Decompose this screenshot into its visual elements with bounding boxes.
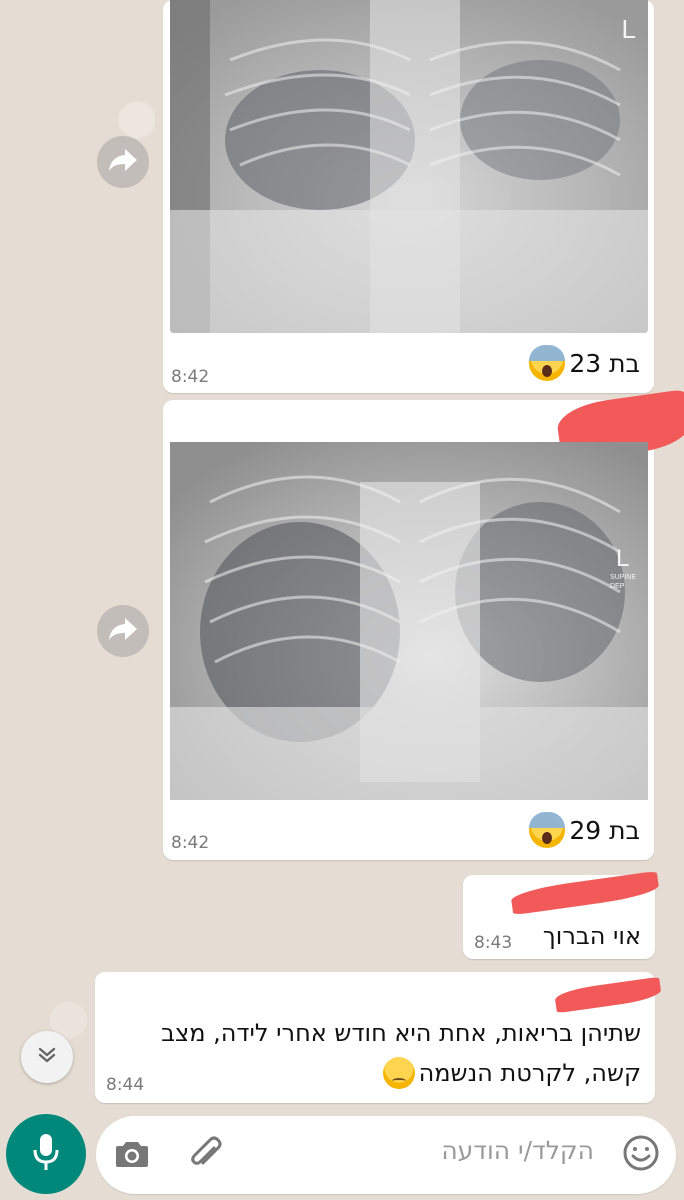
- message-text-4-line-2: קשה, לקרטת הנשמה: [382, 1056, 641, 1090]
- message-text-4-line-1: שתיהן בריאות, אחת היא חודש אחרי לידה, מצ…: [161, 1019, 641, 1047]
- redacted-sender-name: [510, 870, 660, 916]
- image-message-1[interactable]: L בת 23 8:42: [163, 0, 654, 393]
- attach-icon: [188, 1134, 224, 1176]
- forward-icon: [108, 616, 138, 646]
- face-screaming-in-fear-icon: [529, 812, 566, 848]
- message-input[interactable]: הקלד/י הודעה: [441, 1136, 594, 1165]
- xray-image-1[interactable]: L: [170, 0, 648, 333]
- image-mark-sub2: DEP: [610, 583, 625, 590]
- image-mark-sub1: SUPINE: [610, 574, 636, 581]
- image-caption-2: בת 29: [529, 812, 640, 848]
- message-composer[interactable]: הקלד/י הודעה: [96, 1116, 676, 1194]
- image-caption-1: בת 23: [529, 345, 640, 381]
- redacted-sender-name: [553, 976, 663, 1014]
- message-time-3: 8:43: [474, 933, 513, 953]
- caption-text-2: בת 29: [569, 815, 640, 845]
- caption-text-1: בת 23: [569, 348, 640, 378]
- forward-icon: [108, 147, 138, 177]
- text-message-3[interactable]: אוי הברוך 8:43: [463, 870, 660, 959]
- message-time-4: 8:44: [106, 1075, 145, 1095]
- voice-record-button[interactable]: [6, 1114, 86, 1194]
- attach-button[interactable]: [186, 1134, 226, 1176]
- forward-button-2[interactable]: [97, 605, 149, 657]
- image-mark-1: L: [622, 14, 636, 44]
- scroll-to-bottom-button[interactable]: [21, 1031, 73, 1083]
- message-text-4-line-2-text: קשה, לקרטת הנשמה: [418, 1059, 641, 1087]
- image-message-2[interactable]: L SUPINE DEP בת 29 8:42: [163, 389, 684, 860]
- emoji-button[interactable]: [620, 1134, 662, 1176]
- double-chevron-down-icon: [36, 1044, 58, 1070]
- message-time-1: 8:42: [171, 367, 210, 387]
- camera-icon: [115, 1139, 149, 1173]
- forward-button-1[interactable]: [97, 136, 149, 188]
- emoji-icon: [622, 1134, 660, 1176]
- image-mark-2: L: [616, 545, 629, 572]
- camera-button[interactable]: [112, 1136, 152, 1176]
- text-message-4[interactable]: שתיהן בריאות, אחת היא חודש אחרי לידה, מצ…: [95, 972, 663, 1103]
- face-screaming-in-fear-icon: [529, 345, 566, 381]
- message-text-3: אוי הברוך: [542, 922, 641, 950]
- message-time-2: 8:42: [171, 833, 210, 853]
- xray-image-2[interactable]: L SUPINE DEP: [170, 442, 648, 800]
- pensive-face-icon: [382, 1057, 415, 1089]
- mic-icon: [32, 1133, 60, 1175]
